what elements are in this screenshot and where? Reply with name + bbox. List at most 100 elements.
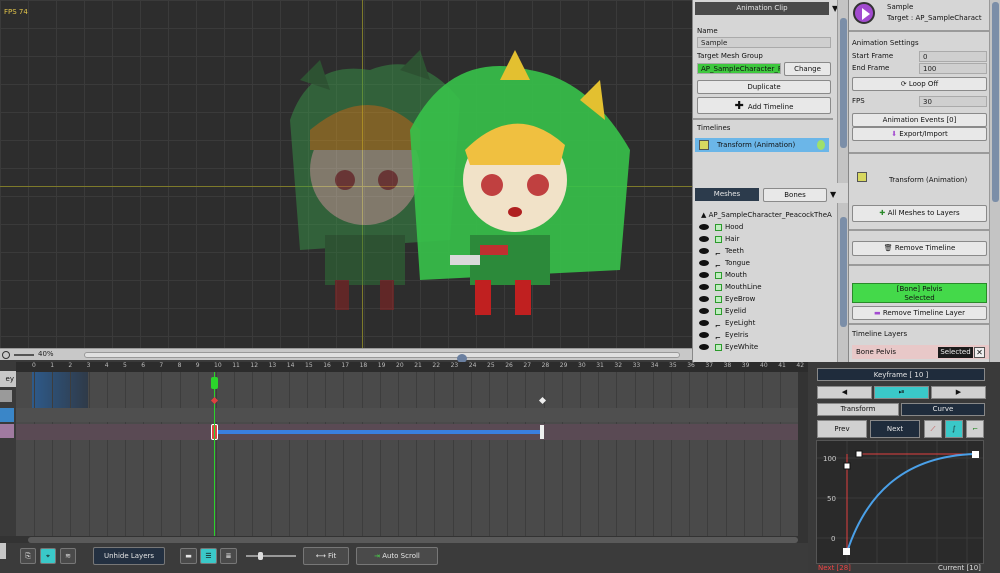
zoom-slider[interactable] bbox=[14, 354, 34, 356]
timeline-zoom-slider[interactable] bbox=[246, 555, 296, 557]
end-frame-field[interactable]: 100 bbox=[919, 63, 987, 74]
keyframe-header: Keyframe [ 10 ] bbox=[817, 368, 985, 381]
timeline-layer-selected-handle[interactable] bbox=[0, 408, 14, 422]
mesh-list-scroll-thumb[interactable] bbox=[840, 217, 847, 327]
viewport-zoom-bar: 40% bbox=[0, 348, 692, 363]
mesh-list-item[interactable]: Mouth bbox=[699, 269, 833, 281]
timeline-grid-line bbox=[288, 372, 290, 542]
scene-viewport[interactable]: FPS 74 bbox=[0, 0, 692, 348]
export-import-button[interactable]: ⬇ Export/Import bbox=[852, 127, 987, 141]
keyframe-span-bar[interactable] bbox=[216, 430, 542, 434]
remove-timeline-layer-button[interactable]: ▬ Remove Timeline Layer bbox=[852, 306, 987, 320]
all-meshes-to-layers-button[interactable]: ✚ All Meshes to Layers bbox=[852, 205, 987, 222]
mesh-list-item[interactable]: EyeWhite bbox=[699, 341, 833, 353]
curve-svg[interactable]: 100 50 0 bbox=[817, 441, 983, 563]
curve-graph[interactable]: 100 50 0 bbox=[816, 440, 984, 564]
tab-transform[interactable]: Transform bbox=[817, 403, 899, 416]
keyframe-next[interactable] bbox=[540, 425, 544, 439]
visibility-eye-icon[interactable] bbox=[699, 272, 709, 278]
timeline-layer-handle[interactable] bbox=[0, 424, 14, 438]
start-frame-field[interactable]: 0 bbox=[919, 51, 987, 62]
row-size-large-icon[interactable]: ≣ bbox=[220, 548, 237, 564]
clip-target: Target : AP_SampleCharact bbox=[887, 14, 982, 22]
next-keyframe-button[interactable]: ▶ bbox=[931, 386, 986, 399]
curve-linear-icon[interactable]: ⟋ bbox=[924, 420, 942, 438]
layer-select-icon[interactable]: ⌖ bbox=[40, 548, 56, 564]
timeline-grid-line bbox=[325, 372, 327, 542]
mesh-list-item[interactable]: Hair bbox=[699, 233, 833, 245]
visibility-eye-icon[interactable] bbox=[699, 332, 709, 338]
prev-keyframe-button[interactable]: ◀ bbox=[817, 386, 872, 399]
visibility-eye-icon[interactable] bbox=[699, 284, 709, 290]
curve-step-icon[interactable]: ⌐ bbox=[966, 420, 984, 438]
visibility-eye-icon[interactable] bbox=[699, 296, 709, 302]
current-keyframe-label: Current [10] bbox=[938, 564, 981, 572]
change-button[interactable]: Change bbox=[784, 62, 831, 76]
clip-info-scroll-thumb[interactable] bbox=[992, 2, 999, 202]
clip-title: Sample bbox=[887, 3, 914, 11]
layers-icon[interactable]: ≋ bbox=[60, 548, 76, 564]
lightbulb-icon[interactable] bbox=[817, 140, 825, 150]
clip-name-field[interactable]: Sample bbox=[697, 37, 831, 48]
mesh-list-item[interactable]: Hood bbox=[699, 221, 833, 233]
auto-scroll-button[interactable]: ⇥ Auto Scroll bbox=[356, 547, 438, 565]
animation-clip-header[interactable]: Animation Clip bbox=[695, 2, 829, 15]
unhide-layers-button[interactable]: Unhide Layers bbox=[93, 547, 165, 565]
close-icon[interactable]: ✕ bbox=[974, 347, 985, 358]
animation-events-button[interactable]: Animation Events [0] bbox=[852, 113, 987, 127]
loop-toggle-button[interactable]: ⟳ Loop Off bbox=[852, 77, 987, 91]
visibility-eye-icon[interactable] bbox=[699, 260, 709, 266]
tab-meshes[interactable]: Meshes bbox=[695, 188, 759, 201]
visibility-eye-icon[interactable] bbox=[699, 224, 709, 230]
clip-panel-scroll-thumb[interactable] bbox=[840, 18, 847, 148]
remove-timeline-button[interactable]: 🗑 Remove Timeline bbox=[852, 241, 987, 256]
timeline-zoom-handle[interactable] bbox=[258, 552, 263, 560]
mesh-list-item[interactable]: EyeBrow bbox=[699, 293, 833, 305]
playhead-handle[interactable] bbox=[211, 377, 218, 389]
visibility-eye-icon[interactable] bbox=[699, 248, 709, 254]
mesh-list-item[interactable]: MouthLine bbox=[699, 281, 833, 293]
collapse-triangle-icon[interactable]: ▼ bbox=[830, 190, 836, 199]
timeline-grid-line bbox=[343, 372, 345, 542]
timeline-row[interactable] bbox=[16, 408, 808, 422]
divider bbox=[693, 118, 833, 120]
timeline-grid-line bbox=[689, 372, 691, 542]
timeline-layer-handle[interactable] bbox=[0, 390, 12, 402]
row-size-medium-icon[interactable]: ☰ bbox=[200, 548, 217, 564]
mesh-icon bbox=[715, 295, 722, 303]
duplicate-button[interactable]: Duplicate bbox=[697, 80, 831, 94]
timeline-item[interactable]: Transform (Animation) bbox=[695, 138, 829, 152]
curve-smooth-icon[interactable]: ∫ bbox=[945, 420, 963, 438]
visibility-eye-icon[interactable] bbox=[699, 236, 709, 242]
visibility-eye-icon[interactable] bbox=[699, 320, 709, 326]
play-clip-icon[interactable] bbox=[853, 2, 875, 24]
viewport-horizontal-scrollbar[interactable] bbox=[84, 352, 680, 363]
mesh-list-item-label: EyeIris bbox=[725, 331, 749, 339]
clip-info-scrollbar[interactable] bbox=[989, 0, 1000, 362]
mesh-list-item[interactable]: ⌐ EyeIris bbox=[699, 329, 833, 342]
mesh-list-item[interactable]: ⌐ Teeth bbox=[699, 245, 833, 258]
tab-bones[interactable]: Bones bbox=[763, 188, 827, 202]
timeline-vertical-scrollbar[interactable] bbox=[798, 372, 808, 536]
add-icon: ✚ bbox=[734, 99, 744, 112]
character-render[interactable] bbox=[270, 40, 650, 340]
row-size-small-icon[interactable]: ▬ bbox=[180, 548, 197, 564]
mesh-root-item[interactable]: ▲ AP_SampleCharacter_PeacockTheA bbox=[701, 209, 832, 221]
timeline-panel[interactable]: ey 0 1 2 3 4 5 6 7 8 9 10 11 12 13 14 15 16 17 18 19 20 21 22 2… bbox=[0, 362, 808, 562]
next-curve-button[interactable]: Next bbox=[870, 420, 920, 438]
play-keyframe-button[interactable]: ⏯ bbox=[874, 386, 929, 399]
mesh-list-item[interactable]: Eyelid bbox=[699, 305, 833, 317]
keyframe-key-label[interactable]: ey bbox=[0, 371, 16, 387]
visibility-eye-icon[interactable] bbox=[699, 344, 709, 350]
add-timeline-button[interactable]: ✚ Add Timeline bbox=[697, 97, 831, 114]
mesh-list-item[interactable]: ⌐ Tongue bbox=[699, 257, 833, 270]
layer-lock-icon[interactable]: ⎘ bbox=[20, 548, 36, 564]
visibility-eye-icon[interactable] bbox=[699, 308, 709, 314]
fps-field[interactable]: 30 bbox=[919, 96, 987, 107]
timeline-grid-line bbox=[361, 372, 363, 542]
tab-curve[interactable]: Curve bbox=[901, 403, 985, 416]
mesh-list-item[interactable]: ⌐ EyeLight bbox=[699, 317, 833, 330]
fit-button[interactable]: ⟷ Fit bbox=[303, 547, 349, 565]
prev-curve-button[interactable]: Prev bbox=[817, 420, 867, 438]
y-label-0: 0 bbox=[831, 535, 835, 543]
